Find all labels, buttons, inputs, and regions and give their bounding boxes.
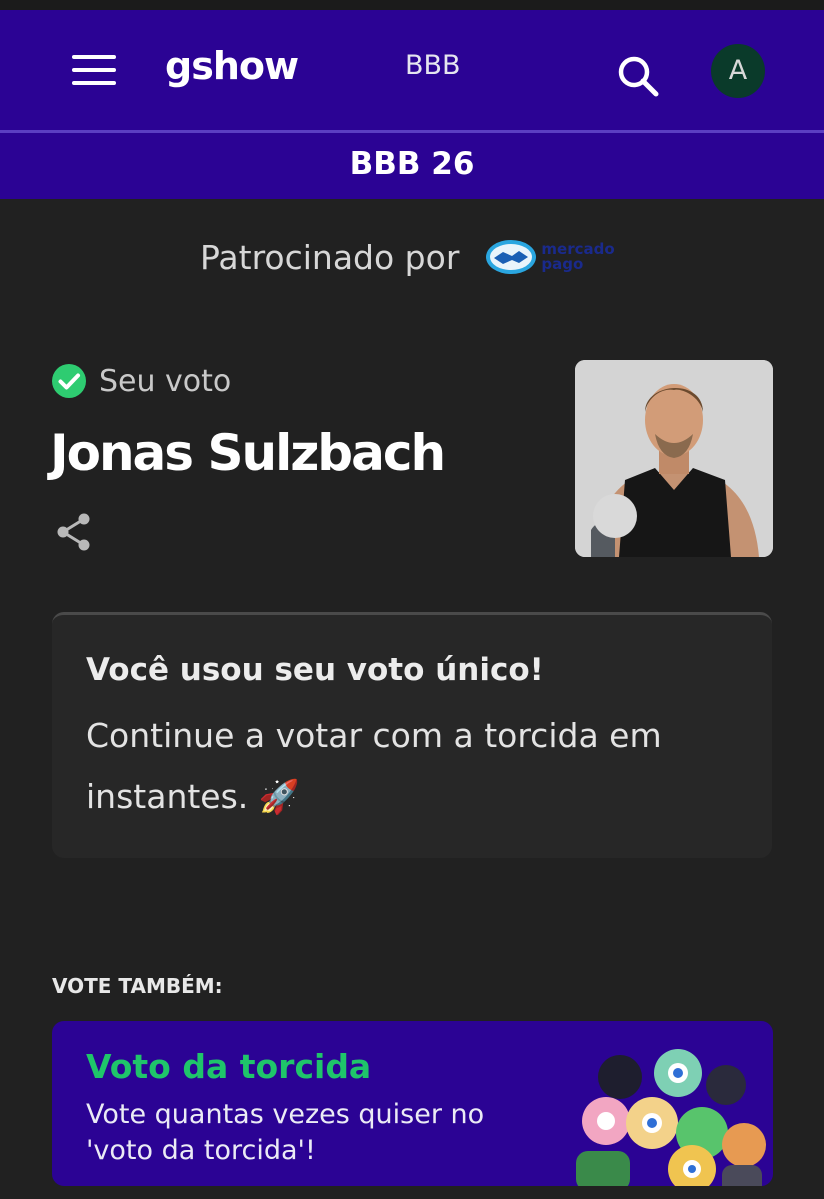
subnav-title[interactable]: BBB 26 <box>0 133 824 199</box>
status-strip <box>0 0 824 10</box>
avatar[interactable]: A <box>711 44 765 98</box>
share-icon[interactable] <box>54 512 94 552</box>
mercado-pago-logo[interactable]: mercado pago <box>485 239 615 275</box>
gshow-logo[interactable]: gshow <box>165 44 299 88</box>
voto-torcida-title: Voto da torcida <box>86 1047 372 1086</box>
notice-title: Você usou seu voto único! <box>86 652 544 688</box>
search-icon[interactable] <box>616 54 664 102</box>
vote-status: Seu voto <box>51 363 231 399</box>
site-header: gshow BBB A <box>0 10 824 130</box>
candidate-photo <box>575 360 773 557</box>
vote-also-label: VOTE TAMBÉM: <box>52 974 223 998</box>
nav-link-bbb[interactable]: BBB <box>405 50 461 81</box>
sponsor-label: Patrocinado por <box>200 237 460 277</box>
mascots-illustration <box>576 1049 766 1186</box>
vote-status-label: Seu voto <box>99 363 232 399</box>
sponsor-logo-line2: pago <box>541 255 584 273</box>
voto-torcida-card[interactable]: Voto da torcida Vote quantas vezes quise… <box>52 1021 773 1186</box>
sponsor-row: Patrocinado por mercado pago <box>200 232 615 282</box>
menu-icon[interactable] <box>72 54 118 88</box>
voto-torcida-text: Vote quantas vezes quiser no 'voto da to… <box>86 1099 485 1166</box>
notice-body: Continue a votar com a torcida em instan… <box>86 716 662 816</box>
handshake-icon <box>486 240 537 274</box>
check-circle-icon <box>52 364 86 398</box>
candidate-name: Jonas Sulzbach <box>50 424 446 482</box>
